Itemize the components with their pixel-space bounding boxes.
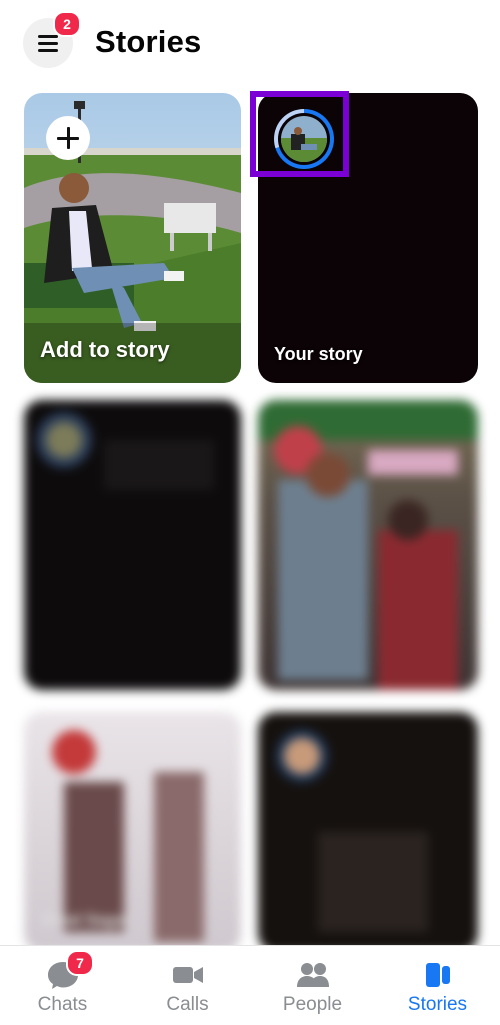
hamburger-icon bbox=[38, 35, 58, 52]
friend-story-card[interactable] bbox=[24, 400, 241, 690]
highlight-box bbox=[250, 91, 349, 177]
your-story-label: Your story bbox=[274, 344, 363, 364]
friend-story-card[interactable] bbox=[258, 400, 478, 690]
add-to-story-card[interactable]: Add to story bbox=[24, 93, 241, 383]
chats-unread-badge: 7 bbox=[66, 950, 94, 976]
top-bar: 2 Stories bbox=[0, 0, 500, 88]
nav-calls[interactable]: Calls bbox=[125, 946, 250, 1025]
video-camera-icon bbox=[173, 967, 203, 983]
add-story-plus-button[interactable] bbox=[46, 116, 90, 160]
nav-stories-label: Stories bbox=[407, 994, 468, 1015]
add-to-story-label: Add to story bbox=[40, 337, 170, 362]
friend-story-card[interactable] bbox=[258, 712, 478, 952]
menu-notification-badge: 2 bbox=[53, 11, 81, 37]
friend-story-card[interactable]: Rinal Sagar bbox=[24, 712, 241, 952]
nav-stories[interactable]: Stories bbox=[375, 946, 500, 1025]
nav-people[interactable]: People bbox=[250, 946, 375, 1025]
people-icon bbox=[297, 963, 329, 987]
page-title: Stories bbox=[95, 24, 202, 59]
nav-chats[interactable]: 7 Chats bbox=[0, 946, 125, 1025]
stories-icon bbox=[426, 963, 450, 987]
nav-calls-label: Calls bbox=[166, 994, 209, 1015]
friend-name-label: Rinal Sagar bbox=[42, 912, 131, 929]
nav-chats-label: Chats bbox=[37, 994, 88, 1015]
bottom-navigation: 7 Chats Calls People Stories bbox=[0, 945, 500, 1025]
nav-people-label: People bbox=[282, 994, 343, 1015]
